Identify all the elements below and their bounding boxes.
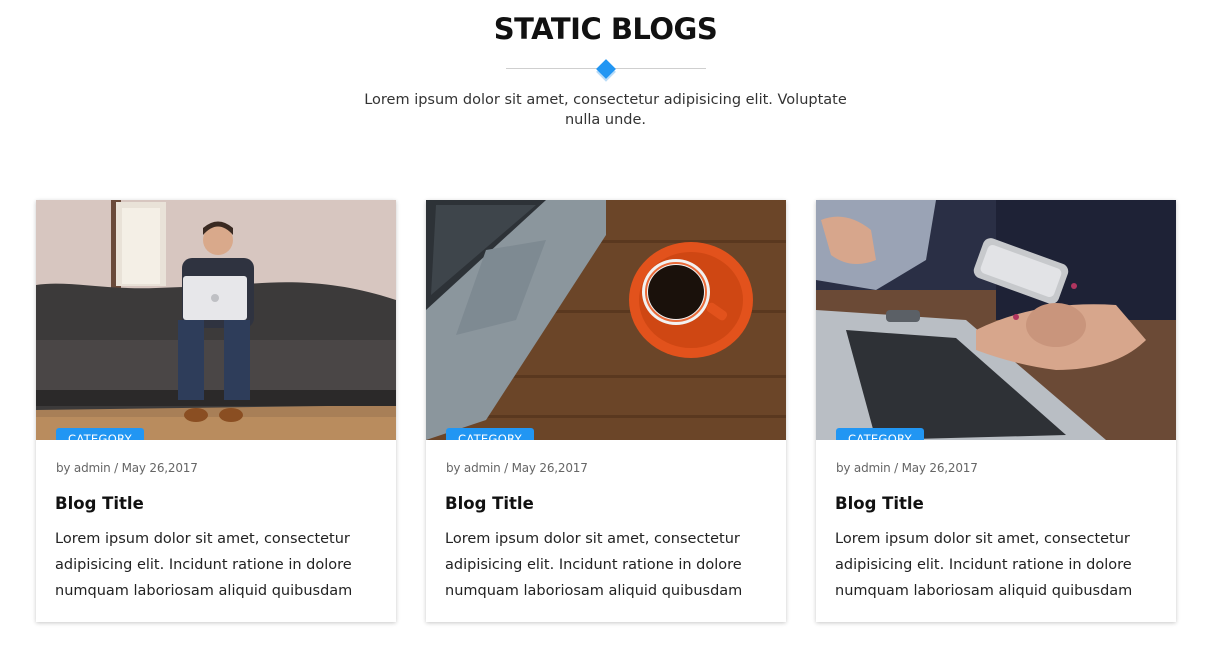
post-meta: by admin / May 26,2017 [836,461,978,475]
blog-title[interactable]: Blog Title [835,494,924,513]
blog-excerpt: Lorem ipsum dolor sit amet, consectetur … [55,531,353,599]
blog-title[interactable]: Blog Title [55,494,144,513]
title-divider [506,60,706,78]
hands-with-phone-and-laptop-image [816,200,1176,440]
blog-card-image[interactable]: CATEGORY [36,200,396,440]
blog-card[interactable]: CATEGORY by admin / May 26,2017 Blog Tit… [426,200,786,622]
blog-card-image[interactable]: CATEGORY [816,200,1176,440]
blog-card-image[interactable]: CATEGORY [426,200,786,440]
category-badge[interactable]: CATEGORY [56,428,144,440]
blog-title[interactable]: Blog Title [445,494,534,513]
category-badge[interactable]: CATEGORY [446,428,534,440]
blog-card[interactable]: CATEGORY by admin / May 26,2017 Blog Tit… [816,200,1176,622]
category-badge[interactable]: CATEGORY [836,428,924,440]
blog-excerpt: Lorem ipsum dolor sit amet, consectetur … [445,531,743,599]
section-title: STATIC BLOGS [493,12,718,46]
diamond-icon [596,59,616,79]
laptop-and-coffee-on-desk-image [426,200,786,440]
blog-card[interactable]: CATEGORY by admin / May 26,2017 Blog Tit… [36,200,396,622]
post-meta: by admin / May 26,2017 [56,461,198,475]
blog-section: STATIC BLOGS Lorem ipsum dolor sit amet,… [0,0,1211,650]
man-with-laptop-on-sofa-image [36,200,396,440]
blog-excerpt: Lorem ipsum dolor sit amet, consectetur … [835,531,1133,599]
section-subtitle: Lorem ipsum dolor sit amet, consectetur … [364,92,847,128]
post-meta: by admin / May 26,2017 [446,461,588,475]
